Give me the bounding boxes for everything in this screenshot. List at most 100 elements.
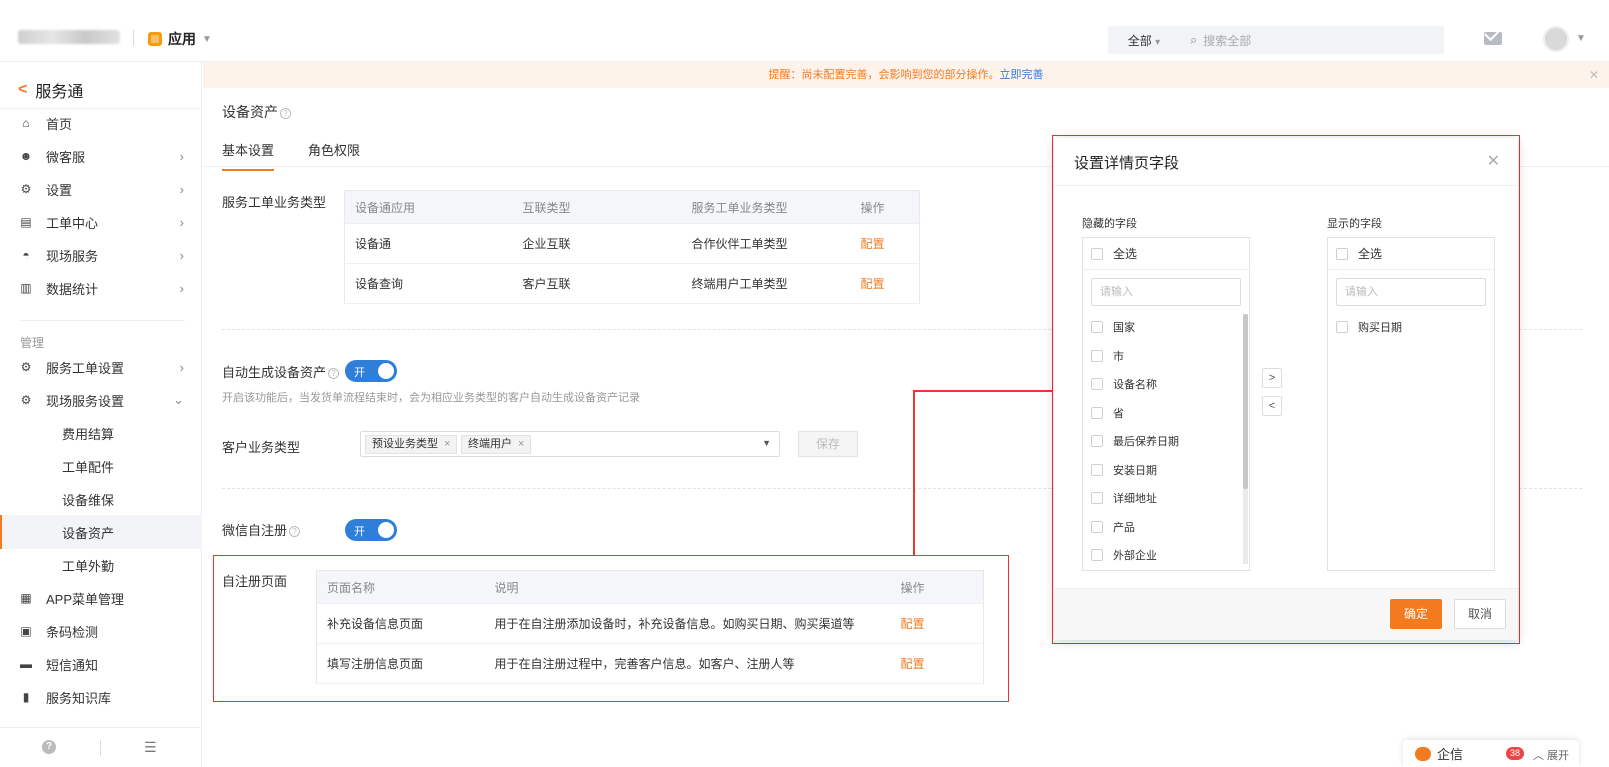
app-switcher[interactable]: 应用 ▼ xyxy=(148,29,212,49)
checkbox[interactable] xyxy=(1091,520,1103,533)
list-item[interactable]: 国家 xyxy=(1091,313,1241,342)
wechat-register-toggle[interactable]: 开 xyxy=(345,519,397,541)
select-all-hidden[interactable]: 全选 xyxy=(1083,238,1249,270)
list-item[interactable]: 最后保养日期 xyxy=(1091,427,1241,456)
help-icon[interactable]: ? xyxy=(328,368,340,379)
dialog-title: 设置详情页字段 xyxy=(1074,155,1180,172)
chat-widget[interactable]: 企信 38 ︿ 展开 xyxy=(1403,740,1579,767)
sidebar-item-label: 首页 xyxy=(46,116,73,132)
sidebar-item-label: APP菜单管理 xyxy=(46,591,125,607)
confirm-button[interactable]: 确定 xyxy=(1390,599,1442,629)
checkbox[interactable] xyxy=(1091,378,1103,391)
list-item[interactable]: 安装日期 xyxy=(1091,456,1241,485)
checkbox[interactable] xyxy=(1091,492,1103,505)
collapse-menu-icon[interactable]: ☰ xyxy=(144,739,157,756)
list-item[interactable]: 省 xyxy=(1091,399,1241,428)
hidden-fields-panel: 全选 请输入 国家 市 设备名称 省 最后保养日期 安装日期 详细地址 产品 外… xyxy=(1082,237,1250,571)
sidebar-item-knowledge[interactable]: ▮ 服务知识库 xyxy=(0,680,202,714)
checkbox[interactable] xyxy=(1336,247,1348,260)
select-all-shown[interactable]: 全选 xyxy=(1328,238,1494,270)
checkbox[interactable] xyxy=(1091,247,1103,260)
table-header: 设备通应用 互联类型 服务工单业务类型 操作 xyxy=(344,190,920,224)
checkbox[interactable] xyxy=(1091,463,1103,476)
shown-fields-panel: 全选 请输入 购买日期 xyxy=(1327,237,1495,571)
shown-fields-label: 显示的字段 xyxy=(1327,218,1382,230)
sidebar-sub-field-trip[interactable]: 工单外勤 xyxy=(0,548,202,582)
list-item[interactable]: 设备名称 xyxy=(1091,370,1241,399)
agent-icon: ☻ xyxy=(19,149,33,163)
notice-link[interactable]: 立即完善 xyxy=(1000,69,1044,81)
checkbox[interactable] xyxy=(1336,321,1348,334)
back-icon[interactable]: < xyxy=(18,81,27,99)
list-item[interactable]: 购买日期 xyxy=(1336,313,1486,342)
sidebar-item-label: 短信通知 xyxy=(46,657,99,673)
table-cell: 客户互联 xyxy=(512,263,682,304)
shown-fields-search[interactable]: 请输入 xyxy=(1336,278,1486,306)
list-item[interactable]: 详细地址 xyxy=(1091,484,1241,513)
mail-icon[interactable] xyxy=(1484,32,1502,45)
tag-remove-icon[interactable]: × xyxy=(444,438,450,450)
sidebar-group-label: 管理 xyxy=(20,336,45,350)
highlight-connector xyxy=(913,390,915,555)
sidebar-title[interactable]: < 服务通 xyxy=(18,78,83,102)
sidebar-item-label: 微客服 xyxy=(46,149,86,165)
checkbox[interactable] xyxy=(1091,321,1103,334)
close-icon[interactable]: ✕ xyxy=(1589,62,1599,88)
search-scope-select[interactable]: 全部 ▾ xyxy=(1108,32,1180,49)
sidebar-item-barcode[interactable]: ▣ 条码检测 xyxy=(0,614,202,648)
list-item[interactable]: 外部企业 xyxy=(1091,541,1241,570)
sidebar-item-settings[interactable]: ⚙ 设置 › xyxy=(0,172,202,206)
sidebar-item-app-menu[interactable]: ▦ APP菜单管理 xyxy=(0,581,202,615)
checkbox[interactable] xyxy=(1091,549,1103,562)
list-item[interactable]: 产品 xyxy=(1091,513,1241,542)
sidebar-item-ticket-center[interactable]: ▤ 工单中心 › xyxy=(0,205,202,239)
help-icon[interactable]: ? xyxy=(42,740,56,754)
configure-link[interactable]: 配置 xyxy=(850,263,920,304)
configure-link[interactable]: 配置 xyxy=(850,223,920,264)
search-input[interactable]: 搜索全部 xyxy=(1203,32,1251,49)
column-header: 设备通应用 xyxy=(344,190,513,224)
sidebar-item-ticket-settings[interactable]: ⚙ 服务工单设置 › xyxy=(0,350,202,384)
table-cell: 设备通 xyxy=(344,223,513,264)
helmet-icon: ◓ xyxy=(22,248,30,262)
hidden-fields-search[interactable]: 请输入 xyxy=(1091,278,1241,306)
sidebar-sub-parts[interactable]: 工单配件 xyxy=(0,449,202,483)
tag-remove-icon[interactable]: × xyxy=(518,438,524,450)
close-icon[interactable]: ✕ xyxy=(1487,151,1500,171)
scrollbar[interactable] xyxy=(1243,314,1248,564)
sidebar-item-field-service[interactable]: ◓ 现场服务 › xyxy=(0,238,202,272)
sidebar-sub-billing[interactable]: 费用结算 xyxy=(0,416,202,450)
expand-button[interactable]: ︿ 展开 xyxy=(1533,747,1569,763)
sidebar-sub-device-assets[interactable]: 设备资产 xyxy=(0,515,202,549)
sidebar-item-field-settings[interactable]: ⚙ 现场服务设置 ⌄ xyxy=(0,383,202,417)
field-settings-dialog: 设置详情页字段 ✕ 隐藏的字段 显示的字段 全选 请输入 国家 市 设备名称 省… xyxy=(1054,138,1518,640)
caret-down-icon[interactable]: ▼ xyxy=(1576,33,1586,44)
sidebar-item-sms[interactable]: ▬ 短信通知 xyxy=(0,647,202,681)
list-item[interactable]: 市 xyxy=(1091,342,1241,371)
help-icon[interactable]: ? xyxy=(289,526,301,537)
notice-text: 提醒：尚未配置完善，会影响到您的部分操作。 xyxy=(768,69,1000,81)
cancel-button[interactable]: 取消 xyxy=(1454,599,1506,629)
customer-type-select[interactable]: 预设业务类型 × 终端用户 × ▼ xyxy=(360,431,780,457)
sidebar-item-label: 设置 xyxy=(46,182,73,198)
sidebar-item-wechat-service[interactable]: ☻ 微客服 › xyxy=(0,139,202,173)
field-settings-icon: ⚙ xyxy=(20,393,32,407)
help-icon[interactable]: ? xyxy=(280,108,291,119)
save-button[interactable]: 保存 xyxy=(798,431,858,457)
sidebar-item-statistics[interactable]: ▥ 数据统计 › xyxy=(0,271,202,305)
checkbox[interactable] xyxy=(1091,406,1103,419)
caret-down-icon[interactable]: ▼ xyxy=(762,438,771,448)
avatar[interactable] xyxy=(1543,26,1569,52)
move-right-button[interactable]: > xyxy=(1262,368,1282,388)
checkbox[interactable] xyxy=(1091,349,1103,362)
business-types-table: 设备通应用 互联类型 服务工单业务类型 操作 设备通 企业互联 合作伙伴工单类型… xyxy=(344,190,920,304)
sidebar-sub-maintenance[interactable]: 设备维保 xyxy=(0,482,202,516)
move-left-button[interactable]: < xyxy=(1262,396,1282,416)
company-logo xyxy=(18,30,120,44)
auto-generate-toggle[interactable]: 开 xyxy=(345,360,397,382)
chevron-right-icon: › xyxy=(179,359,184,375)
checkbox[interactable] xyxy=(1091,435,1103,448)
sidebar: < 服务通 ⌂ 首页 ☻ 微客服 › ⚙ 设置 › ▤ 工单中心 › ◓ 现场服… xyxy=(0,62,202,767)
chevron-right-icon: › xyxy=(179,181,184,197)
sidebar-item-home[interactable]: ⌂ 首页 xyxy=(0,106,202,140)
